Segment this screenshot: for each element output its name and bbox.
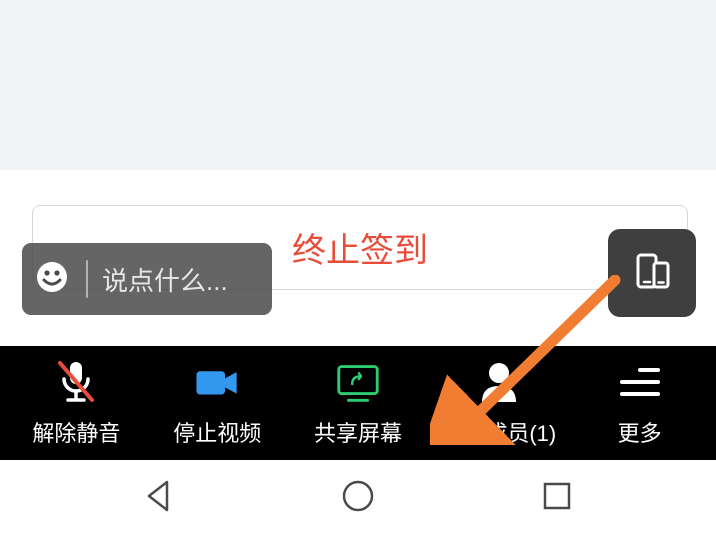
- video-area: [0, 0, 716, 170]
- middle-area: 终止签到 说点什么...: [0, 170, 716, 346]
- nav-home-button[interactable]: [336, 477, 380, 521]
- nav-back-button[interactable]: [137, 477, 181, 521]
- recent-icon: [539, 478, 575, 519]
- smile-icon: [36, 261, 68, 298]
- devices-icon: [627, 246, 677, 301]
- manage-members-label: 管理成员(1): [441, 416, 556, 448]
- android-navbar: [0, 460, 716, 537]
- stop-signin-label: 终止签到: [292, 223, 428, 272]
- back-icon: [141, 478, 177, 519]
- home-icon: [340, 478, 376, 519]
- person-icon: [474, 358, 524, 406]
- share-screen-icon: [333, 358, 383, 406]
- stop-video-label: 停止视频: [173, 416, 261, 448]
- unmute-button[interactable]: 解除静音: [6, 358, 147, 448]
- nav-recent-button[interactable]: [535, 477, 579, 521]
- share-screen-button[interactable]: 共享屏幕: [288, 358, 429, 448]
- chat-divider: [86, 260, 88, 298]
- meeting-toolbar: 解除静音 停止视频 共享屏幕 管理成员(1): [0, 346, 716, 460]
- stop-video-button[interactable]: 停止视频: [147, 358, 288, 448]
- chat-placeholder: 说点什么...: [102, 261, 228, 298]
- mic-muted-icon: [51, 358, 101, 406]
- manage-members-button[interactable]: 管理成员(1): [428, 358, 569, 448]
- chat-input-pill[interactable]: 说点什么...: [22, 243, 272, 315]
- share-screen-label: 共享屏幕: [314, 416, 402, 448]
- unmute-label: 解除静音: [32, 416, 120, 448]
- video-icon: [192, 358, 242, 406]
- device-switch-button[interactable]: [608, 229, 696, 317]
- more-button[interactable]: 更多: [569, 358, 710, 448]
- more-label: 更多: [618, 416, 662, 448]
- more-menu-icon: [615, 358, 665, 406]
